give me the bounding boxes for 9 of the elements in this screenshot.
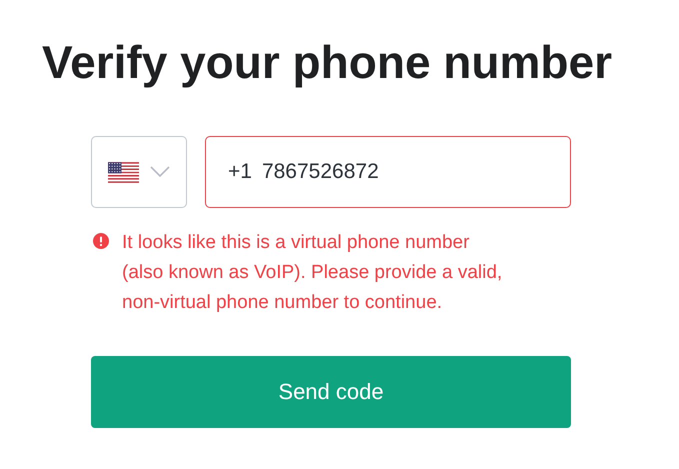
error-icon: [93, 233, 109, 249]
chevron-down-icon: [150, 166, 170, 178]
phone-field[interactable]: +1 7867526872: [205, 136, 571, 208]
dial-code: +1: [228, 160, 252, 184]
flag-icon: [108, 162, 139, 182]
phone-number: 7867526872: [262, 160, 379, 184]
country-select[interactable]: [91, 136, 187, 208]
page-title: Verify your phone number: [42, 35, 613, 90]
error-message: It looks like this is a virtual phone number (also known as VoIP). Please provide a valid, non-virtual phone number to continue.: [122, 231, 504, 315]
